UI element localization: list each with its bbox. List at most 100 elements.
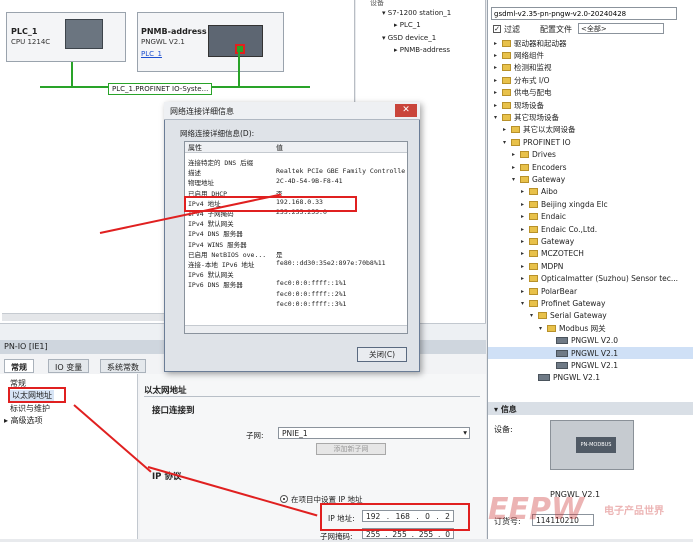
table-row[interactable]: IPv6 默认网关 (185, 269, 407, 279)
chevron-right-icon[interactable]: ▸ (521, 288, 529, 295)
catalog-item-label: PNGWL V2.1 (571, 348, 618, 358)
table-row[interactable]: 已启用 NetBIOS ove... 是 (185, 249, 407, 259)
catalog-item[interactable]: ▾ Serial Gateway (488, 310, 607, 322)
table-hscrollbar[interactable] (185, 325, 407, 333)
add-subnet-button[interactable]: 添加新子网 (316, 443, 386, 455)
catalog-item[interactable]: ▾ Gateway (488, 173, 565, 185)
plc-device[interactable]: PLC_1 CPU 1214C (6, 12, 126, 62)
catalog-item[interactable]: ▸ 网络组件 (488, 49, 544, 61)
chevron-right-icon[interactable]: ▸ (512, 164, 520, 171)
pnmb-device[interactable]: PNMB-address PNGWL V2.1 PLC_1 (137, 12, 284, 72)
chevron-down-icon[interactable]: ▾ (521, 300, 529, 307)
chevron-right-icon[interactable]: ▸ (521, 201, 529, 208)
catalog-item[interactable]: ▸ 驱动器和起动器 (488, 37, 567, 49)
chevron-right-icon[interactable]: ▸ (503, 126, 511, 133)
catalog-item[interactable]: ▸ Beijing xingda Elc (488, 198, 608, 210)
filter-checkbox[interactable]: ✓ (493, 25, 501, 33)
chevron-right-icon[interactable]: ▸ (521, 275, 529, 282)
nav-identification[interactable]: 标识与维护 (10, 403, 50, 414)
profinet-port-icon[interactable] (235, 44, 245, 54)
catalog-item[interactable]: ▸ PolarBear (488, 285, 577, 297)
chevron-right-icon[interactable]: ▸ (494, 89, 502, 96)
chevron-down-icon[interactable]: ▾ (539, 325, 547, 332)
table-row[interactable]: IPv4 DNS 服务器 (185, 228, 407, 238)
radio-set-ip[interactable] (280, 495, 288, 503)
catalog-search-input[interactable] (491, 7, 677, 20)
details-table[interactable]: 属性 值 连接特定的 DNS 后缀 描述 Realtek PCIe GBE Fami… (184, 141, 408, 334)
catalog-item[interactable]: ▾ Profinet Gateway (488, 297, 605, 309)
chevron-right-icon[interactable]: ▸ (521, 238, 529, 245)
catalog-item[interactable]: ▸ 检测和监视 (488, 62, 552, 74)
dialog-title-bar[interactable]: 网络连接详细信息 (164, 102, 420, 120)
catalog-item[interactable]: ▾ Modbus 网关 (488, 322, 606, 334)
catalog-item[interactable]: ▸ Encoders (488, 161, 567, 173)
catalog-item[interactable]: ▸ 分布式 I/O (488, 74, 550, 86)
chevron-right-icon[interactable]: ▸ (494, 102, 502, 109)
tab-system-constants[interactable]: 系统常数 (100, 359, 146, 373)
chevron-right-icon[interactable]: ▸ (494, 77, 502, 84)
chevron-right-icon[interactable]: ▸ (512, 151, 520, 158)
table-row[interactable]: fec0:0:0:ffff::3%1 (185, 300, 407, 309)
chevron-right-icon[interactable]: ▸ (521, 250, 529, 257)
catalog-item[interactable]: ▸ 其它以太网设备 (488, 124, 576, 136)
catalog-item[interactable]: PNGWL V2.1 (488, 359, 618, 371)
pnmb-link[interactable]: PLC_1 (141, 50, 162, 58)
chevron-right-icon[interactable]: ▸ (521, 226, 529, 233)
tree-item-plc[interactable]: ▸ PLC_1 (394, 21, 421, 29)
chevron-down-icon[interactable]: ▾ (503, 139, 511, 146)
catalog-item[interactable]: ▸ Opticalmatter (Suzhou) Sensor tec... (488, 273, 678, 285)
tree-item-gsd[interactable]: ▾ GSD device_1 (382, 34, 436, 42)
catalog-item[interactable]: ▸ 现场设备 (488, 99, 544, 111)
catalog-item[interactable]: ▸ Aibo (488, 186, 558, 198)
mask-octet-2[interactable]: 255 (392, 530, 406, 539)
close-icon[interactable]: ✕ (395, 104, 417, 117)
mask-octet-4[interactable]: 0 (445, 530, 450, 539)
table-row[interactable]: IPv6 DNS 服务器 fec0:0:0:ffff::1%1 (185, 279, 407, 289)
catalog-item[interactable]: ▸ MCZOTECH (488, 248, 584, 260)
catalog-item[interactable]: ▸ Drives (488, 149, 556, 161)
subnet-select[interactable]: PNIE_1 ▾ (278, 427, 470, 439)
catalog-item[interactable]: ▸ MDPN (488, 260, 563, 272)
table-row[interactable]: 物理地址 2C-4D-54-9B-F8-41 (185, 177, 407, 187)
chevron-down-icon[interactable]: ▾ (530, 312, 538, 319)
hardware-catalog[interactable]: ✓ 过滤 配置文件 <全部> ▸ 驱动器和起动器 ▸ 网络组件 ▸ 检测和监视 ▸ 分布式 I… (487, 0, 693, 402)
table-row[interactable]: 描述 Realtek PCIe GBE Family Controlle (185, 167, 407, 177)
tree-item-pnmb[interactable]: ▸ PNMB-address (394, 46, 450, 54)
chevron-right-icon[interactable]: ▸ (494, 40, 502, 47)
tab-general[interactable]: 常规 (4, 359, 34, 373)
tree-item-station[interactable]: ▾ S7-1200 station_1 (382, 9, 451, 17)
close-button[interactable]: 关闭(C) (357, 347, 407, 362)
catalog-item[interactable]: PNGWL V2.0 (488, 335, 618, 347)
subnet-label[interactable]: PLC_1.PROFINET IO-Syste... (108, 83, 213, 95)
tab-io-tags[interactable]: IO 变量 (48, 359, 90, 373)
catalog-item[interactable]: ▾ PROFINET IO (488, 136, 571, 148)
chevron-right-icon[interactable]: ▸ (494, 52, 502, 59)
info-header[interactable]: ▾ 信息 (488, 402, 693, 415)
catalog-item[interactable]: ▸ Gateway (488, 235, 574, 247)
chevron-right-icon[interactable]: ▸ (521, 213, 529, 220)
table-row[interactable]: IPv4 WINS 服务器 (185, 239, 407, 249)
chevron-down-icon[interactable]: ▾ (512, 176, 520, 183)
catalog-item[interactable]: PNGWL V2.1 (488, 347, 693, 359)
chevron-right-icon[interactable]: ▸ (494, 64, 502, 71)
folder-icon (511, 138, 520, 146)
catalog-item-label: 检测和监视 (514, 63, 552, 73)
table-row[interactable]: 连接特定的 DNS 后缀 (185, 157, 407, 167)
chevron-right-icon[interactable]: ▸ (521, 188, 529, 195)
catalog-item[interactable]: ▸ Endaic (488, 211, 566, 223)
nav-advanced[interactable]: ▸ 高级选项 (4, 415, 43, 426)
catalog-item[interactable]: PNGWL V2.1 (488, 372, 600, 384)
chevron-down-icon[interactable]: ▾ (494, 114, 502, 121)
catalog-item[interactable]: ▸ 供电与配电 (488, 87, 552, 99)
table-row[interactable]: fec0:0:0:ffff::2%1 (185, 290, 407, 299)
tree-item-devices[interactable]: 设备 (370, 0, 384, 8)
table-row[interactable]: 连接-本地 IPv6 地址 fe80::dd30:35e2:897e:70b8%1… (185, 259, 407, 269)
catalog-tree[interactable]: ▸ 驱动器和起动器 ▸ 网络组件 ▸ 检测和监视 ▸ 分布式 I/O ▸ 供电与配电 ▸ 现场设备 ▾ 其… (488, 37, 693, 392)
catalog-item[interactable]: ▸ Endaic Co.,Ltd. (488, 223, 597, 235)
mask-octet-3[interactable]: 255 (419, 530, 433, 539)
catalog-item[interactable]: ▾ 其它现场设备 (488, 111, 559, 123)
table-row[interactable]: IPv4 默认网关 (185, 218, 407, 228)
chevron-right-icon[interactable]: ▸ (521, 263, 529, 270)
mask-octet-1[interactable]: 255 (366, 530, 380, 539)
profile-select[interactable]: <全部> (578, 23, 664, 34)
